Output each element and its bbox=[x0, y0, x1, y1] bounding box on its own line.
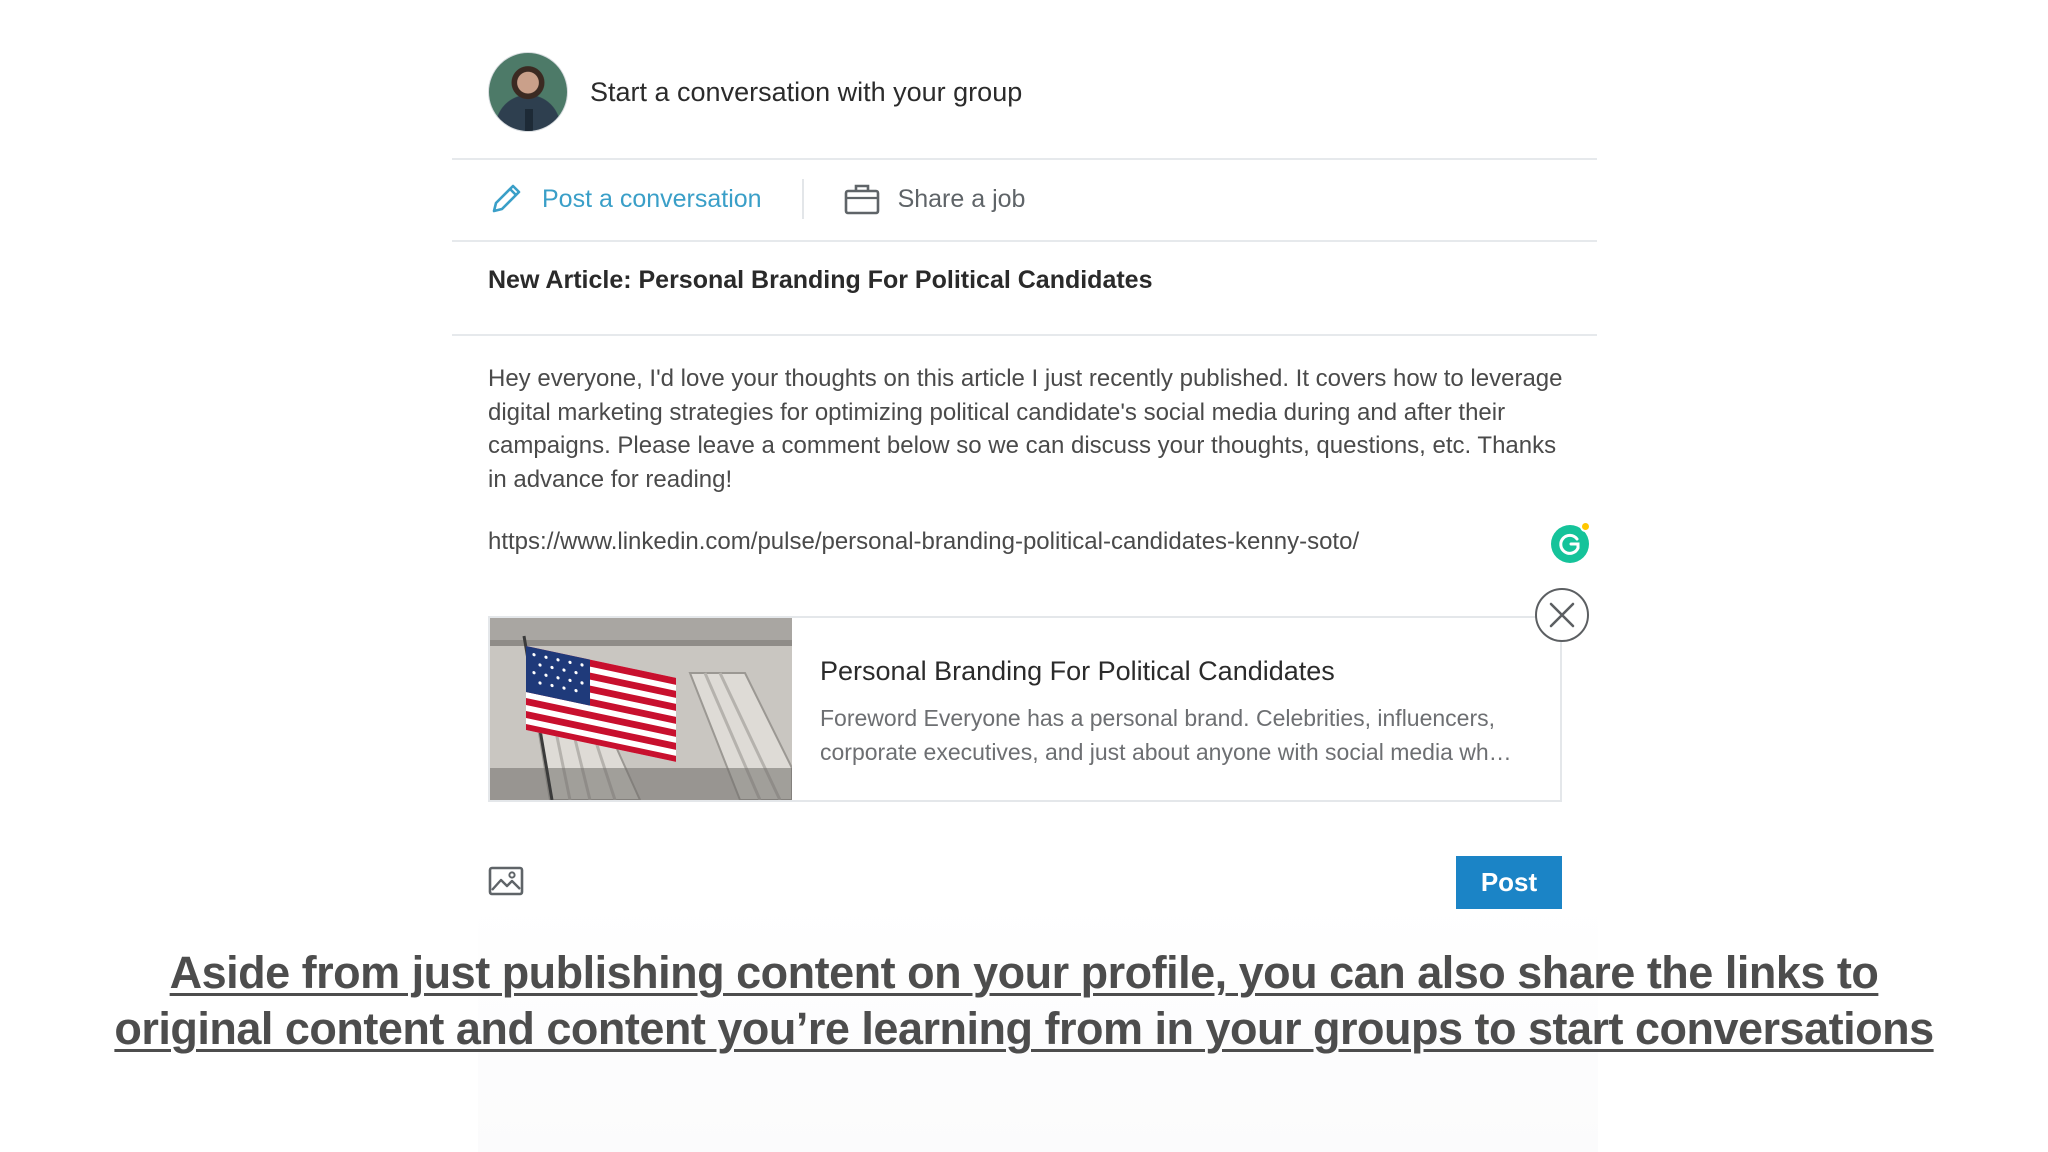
avatar bbox=[488, 52, 568, 132]
link-preview-card[interactable]: Personal Branding For Political Candidat… bbox=[488, 616, 1562, 802]
remove-preview-button[interactable] bbox=[1535, 588, 1589, 642]
composer-tabs: Post a conversation Share a job bbox=[488, 160, 1025, 238]
post-title-input[interactable]: New Article: Personal Branding For Polit… bbox=[488, 266, 1153, 295]
briefcase-icon bbox=[844, 181, 880, 217]
post-body-textarea[interactable]: Hey everyone, I'd love your thoughts on … bbox=[488, 362, 1568, 496]
composer-header: Start a conversation with your group bbox=[488, 52, 1022, 132]
link-preview-text: Personal Branding For Political Candidat… bbox=[792, 618, 1552, 800]
post-button[interactable]: Post bbox=[1456, 856, 1562, 909]
pencil-icon bbox=[488, 181, 524, 217]
image-icon bbox=[488, 866, 524, 896]
tab-divider bbox=[801, 179, 804, 219]
add-image-button[interactable] bbox=[488, 866, 524, 896]
tab-share-job[interactable]: Share a job bbox=[844, 181, 1026, 217]
tab-label: Share a job bbox=[897, 184, 1026, 213]
conversation-prompt[interactable]: Start a conversation with your group bbox=[590, 77, 1022, 108]
post-url-text[interactable]: https://www.linkedin.com/pulse/personal-… bbox=[488, 528, 1359, 556]
divider bbox=[452, 240, 1597, 242]
close-icon bbox=[1549, 602, 1575, 628]
grammarly-status-dot bbox=[1580, 521, 1591, 532]
slide-caption: Aside from just publishing content on yo… bbox=[114, 947, 1934, 1054]
tab-post-conversation[interactable]: Post a conversation bbox=[488, 181, 762, 217]
tab-label: Post a conversation bbox=[542, 184, 762, 213]
article-thumbnail bbox=[490, 618, 792, 800]
link-preview-title: Personal Branding For Political Candidat… bbox=[820, 656, 1335, 686]
link-preview-description: Foreword Everyone has a personal brand. … bbox=[820, 705, 1512, 765]
group-post-composer: Start a conversation with your group Pos… bbox=[452, 0, 1597, 920]
divider bbox=[452, 334, 1597, 336]
